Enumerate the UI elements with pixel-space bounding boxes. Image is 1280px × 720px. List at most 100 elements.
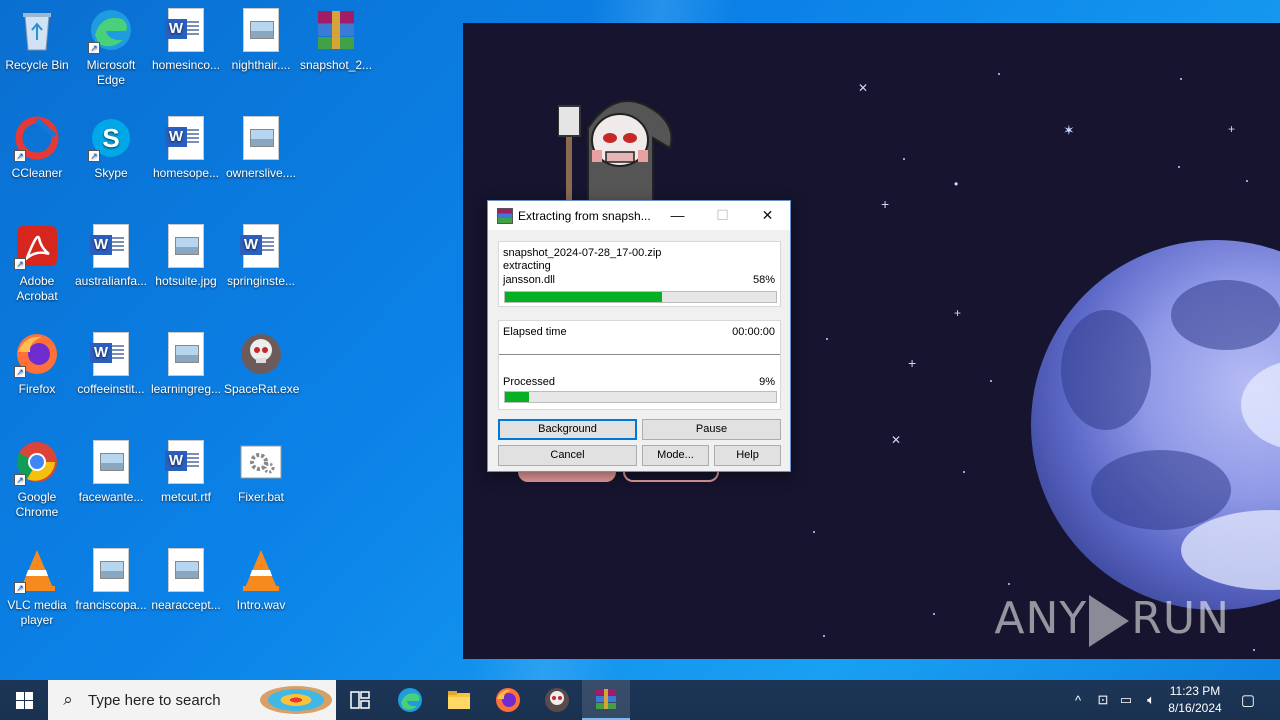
desktop-icon[interactable]: Wcoffeeinstit... xyxy=(74,326,148,397)
desktop-icon-label: Google Chrome xyxy=(15,490,59,519)
winrar-icon xyxy=(596,689,616,709)
notifications-icon[interactable]: ▢ xyxy=(1234,680,1262,720)
anyrun-watermark: ANY RUN xyxy=(994,593,1230,647)
taskbar-firefox[interactable] xyxy=(484,680,532,720)
desktop-icon[interactable]: ↗ Firefox xyxy=(0,326,74,397)
star-icon: + xyxy=(1228,122,1236,136)
shortcut-arrow-icon: ↗ xyxy=(14,474,26,486)
desktop-icon[interactable]: ↗ VLC media player xyxy=(0,542,74,628)
pause-button[interactable]: Pause xyxy=(642,419,781,440)
star-icon: + xyxy=(954,306,962,320)
elapsed-label: Elapsed time xyxy=(503,326,567,338)
word-document-icon: W xyxy=(238,224,284,270)
word-document-icon: W xyxy=(163,440,209,486)
taskbar-edge[interactable] xyxy=(386,680,434,720)
desktop-icon[interactable]: ↗ Google Chrome xyxy=(0,434,74,520)
desktop-icon-label: snapshot_2... xyxy=(299,58,373,72)
start-button[interactable] xyxy=(0,680,48,720)
spacerat-skull-icon xyxy=(238,332,284,378)
image-file-icon xyxy=(238,8,284,54)
winrar-archive-icon xyxy=(313,8,359,54)
desktop-icon-label: SpaceRat.exe xyxy=(224,382,300,396)
network-icon[interactable]: ▭ xyxy=(1115,680,1137,720)
adobe-acrobat-icon: ↗ xyxy=(14,224,60,270)
taskbar-file-explorer[interactable] xyxy=(435,680,483,720)
desktop-icon[interactable]: nearaccept... xyxy=(149,542,223,613)
processed-label: Processed xyxy=(503,376,555,388)
search-placeholder: Type here to search xyxy=(88,691,221,709)
desktop-icon[interactable]: Whomesope... xyxy=(149,110,223,181)
taskbar-search-box[interactable]: ⌕ Type here to search xyxy=(48,680,336,720)
file-progress-panel: snapshot_2024-07-28_17-00.zip extracting… xyxy=(498,241,781,307)
shortcut-arrow-icon: ↗ xyxy=(14,150,26,162)
tray-device-icon[interactable]: ⊡ xyxy=(1092,680,1114,720)
desktop-icon[interactable]: Waustralianfa... xyxy=(74,218,148,289)
grim-reaper-illustration xyxy=(558,100,673,203)
desktop-icon[interactable]: snapshot_2... xyxy=(299,2,373,73)
desktop-icon[interactable]: learningreg... xyxy=(149,326,223,397)
image-file-icon xyxy=(163,332,209,378)
dialog-titlebar[interactable]: Extracting from snapsh... — ☐ ✕ xyxy=(488,201,790,230)
total-progress-panel: Elapsed time 00:00:00 Processed 9% xyxy=(498,320,781,410)
shortcut-arrow-icon: ↗ xyxy=(88,42,100,54)
star-icon: • xyxy=(954,177,959,191)
desktop-icon-label: australianfa... xyxy=(74,274,148,288)
file-explorer-icon xyxy=(448,691,470,709)
desktop-icon[interactable]: facewante... xyxy=(74,434,148,505)
desktop-icon-label: Adobe Acrobat xyxy=(16,274,58,303)
desktop-icon[interactable]: Whomesinco... xyxy=(149,2,223,73)
taskbar-spacerat[interactable] xyxy=(533,680,581,720)
file-progress-bar xyxy=(504,291,777,303)
desktop-icon-label: nearaccept... xyxy=(151,598,221,612)
mode-button[interactable]: Mode... xyxy=(642,445,709,466)
taskbar-winrar[interactable] xyxy=(582,680,630,720)
taskbar-clock[interactable]: 11:23 PM 8/16/2024 xyxy=(1160,683,1230,717)
desktop-icon[interactable]: Recycle Bin xyxy=(0,2,74,73)
desktop-icon[interactable]: franciscopa... xyxy=(74,542,148,613)
desktop-icon[interactable]: Fixer.bat xyxy=(224,434,298,505)
desktop-icon[interactable]: ↗ Adobe Acrobat xyxy=(0,218,74,304)
desktop-icon[interactable]: Wspringinste... xyxy=(224,218,298,289)
file-progress-fill xyxy=(505,292,663,302)
desktop-icon[interactable]: Intro.wav xyxy=(224,542,298,613)
clock-date: 8/16/2024 xyxy=(1168,701,1222,715)
desktop-icon[interactable]: Wmetcut.rtf xyxy=(149,434,223,505)
desktop-icon-label: VLC media player xyxy=(7,598,67,627)
image-file-icon xyxy=(88,440,134,486)
taskbar: ⌕ Type here to search ^ ⊡ ▭ 🔈︎ 11:23 PM … xyxy=(0,680,1280,720)
show-hidden-icons-button[interactable]: ^ xyxy=(1068,680,1088,720)
maximize-button: ☐ xyxy=(716,207,729,223)
background-button[interactable]: Background xyxy=(498,419,637,440)
desktop-icon[interactable]: ownerslive.... xyxy=(224,110,298,181)
desktop-icon[interactable]: S ↗ Skype xyxy=(74,110,148,181)
batch-file-gear-icon xyxy=(238,440,284,486)
star-icon: ✶ xyxy=(1063,122,1075,138)
desktop-icon-label: hotsuite.jpg xyxy=(155,274,217,288)
vlc-icon: ↗ xyxy=(14,548,60,594)
dialog-title: Extracting from snapsh... xyxy=(518,208,651,223)
cancel-button[interactable]: Cancel xyxy=(498,445,637,466)
desktop-icon[interactable]: nighthair.... xyxy=(224,2,298,73)
minimize-button[interactable]: — xyxy=(655,201,700,230)
task-view-button[interactable] xyxy=(336,680,384,720)
chevron-up-icon: ^ xyxy=(1074,692,1082,708)
recycle-bin-icon xyxy=(14,8,60,54)
action-label: extracting xyxy=(503,260,551,272)
winrar-extract-dialog: Extracting from snapsh... — ☐ ✕ snapshot… xyxy=(487,200,791,472)
shortcut-arrow-icon: ↗ xyxy=(14,258,26,270)
help-button[interactable]: Help xyxy=(714,445,781,466)
star-icon: ✕ xyxy=(858,81,869,95)
desktop-icon-label: coffeeinstit... xyxy=(77,382,145,396)
desktop-icon[interactable]: SpaceRat.exe xyxy=(224,326,300,397)
desktop-icon[interactable]: ↗ CCleaner xyxy=(0,110,74,181)
processed-progress-fill xyxy=(505,392,530,402)
firefox-icon: ↗ xyxy=(14,332,60,378)
star-icon: + xyxy=(881,196,890,212)
desktop-icon[interactable]: ↗ Microsoft Edge xyxy=(74,2,148,88)
volume-icon[interactable]: 🔈︎ xyxy=(1140,680,1162,720)
elapsed-value: 00:00:00 xyxy=(732,326,775,338)
close-button[interactable]: ✕ xyxy=(745,201,790,230)
word-document-icon: W xyxy=(163,116,209,162)
desktop-icon-label: nighthair.... xyxy=(231,58,291,72)
desktop-icon[interactable]: hotsuite.jpg xyxy=(149,218,223,289)
